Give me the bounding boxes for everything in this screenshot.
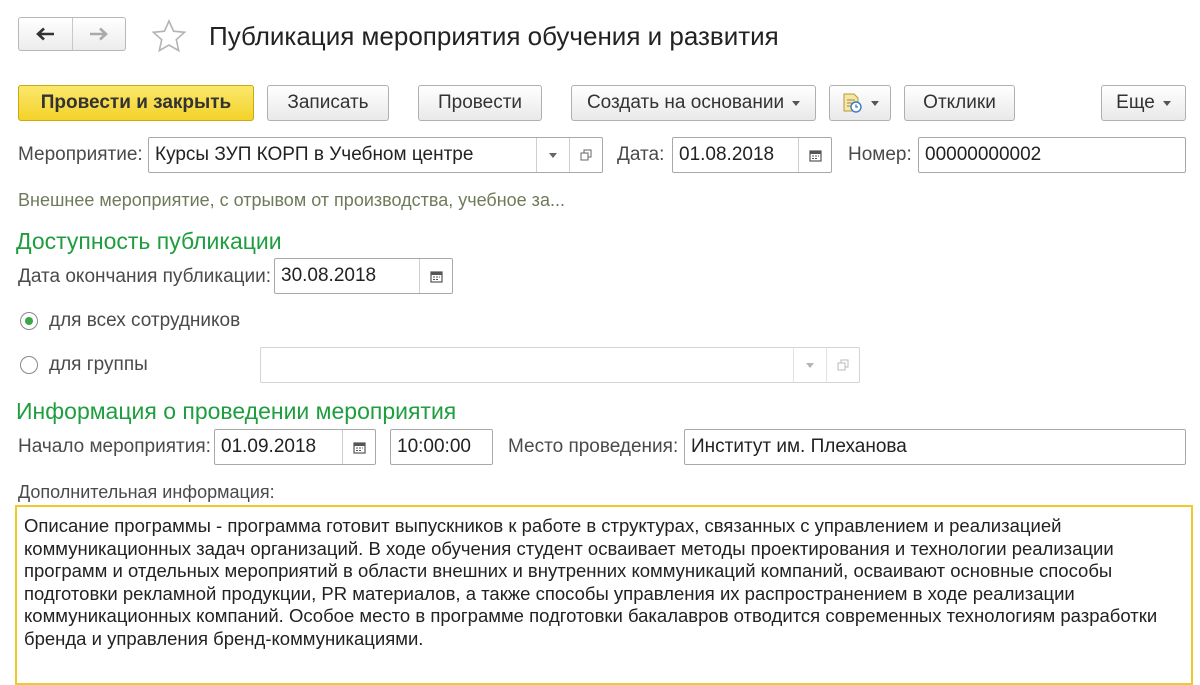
dropdown-button[interactable] bbox=[793, 348, 826, 382]
number-label: Номер: bbox=[848, 144, 912, 165]
start-time-value: 10:00:00 bbox=[397, 436, 471, 457]
navigation-group bbox=[18, 17, 126, 51]
chevron-down-icon bbox=[806, 362, 814, 368]
group-field[interactable] bbox=[260, 347, 860, 383]
more-button[interactable]: Еще bbox=[1101, 85, 1186, 121]
page-title: Публикация мероприятия обучения и развит… bbox=[209, 21, 779, 51]
save-button[interactable]: Записать bbox=[267, 85, 389, 121]
arrow-right-icon bbox=[89, 27, 108, 41]
end-date-value: 30.08.2018 bbox=[281, 265, 377, 286]
dropdown-button[interactable] bbox=[536, 138, 569, 172]
reports-button[interactable] bbox=[829, 85, 891, 121]
date-value: 01.08.2018 bbox=[679, 144, 775, 165]
calendar-icon bbox=[808, 149, 822, 162]
group-label[interactable]: для группы bbox=[49, 353, 148, 377]
additional-info-textarea[interactable]: Описание программы - программа готовит в… bbox=[15, 505, 1193, 685]
start-date-value: 01.09.2018 bbox=[221, 436, 317, 457]
place-field[interactable]: Институт им. Плеханова bbox=[684, 429, 1186, 465]
event-value: Курсы ЗУП КОРП в Учебном центре bbox=[155, 144, 474, 165]
calendar-button[interactable] bbox=[798, 138, 831, 172]
calendar-button[interactable] bbox=[342, 430, 375, 464]
open-window-icon bbox=[580, 149, 592, 161]
chevron-down-icon bbox=[1162, 100, 1171, 106]
open-window-icon bbox=[837, 359, 849, 371]
calendar-button[interactable] bbox=[419, 259, 452, 293]
end-date-label: Дата окончания публикации: bbox=[18, 266, 272, 287]
place-label: Место проведения: bbox=[508, 436, 679, 457]
event-label: Мероприятие: bbox=[18, 144, 143, 165]
group-radio[interactable] bbox=[20, 356, 38, 374]
calendar-icon bbox=[429, 270, 443, 283]
start-time-field[interactable]: 10:00:00 bbox=[390, 429, 493, 465]
all-employees-label[interactable]: для всех сотрудников bbox=[49, 309, 240, 333]
date-label: Дата: bbox=[617, 144, 665, 165]
event-info-heading: Информация о проведении мероприятия bbox=[16, 398, 457, 424]
responses-button[interactable]: Отклики bbox=[904, 85, 1015, 121]
chevron-down-icon bbox=[871, 100, 879, 106]
number-value: 00000000002 bbox=[925, 144, 1042, 165]
star-icon[interactable] bbox=[150, 18, 188, 54]
forward-button[interactable] bbox=[71, 18, 126, 50]
more-label: Еще bbox=[1116, 92, 1155, 113]
end-date-field[interactable]: 30.08.2018 bbox=[274, 258, 453, 294]
document-clock-icon bbox=[843, 93, 862, 113]
open-button[interactable] bbox=[569, 138, 602, 172]
open-button[interactable] bbox=[826, 348, 859, 382]
start-label: Начало мероприятия: bbox=[18, 436, 211, 457]
place-value: Институт им. Плеханова bbox=[691, 436, 907, 457]
chevron-down-icon bbox=[549, 152, 557, 158]
post-and-close-button[interactable]: Провести и закрыть bbox=[18, 85, 254, 121]
post-button[interactable]: Провести bbox=[418, 85, 542, 121]
calendar-icon bbox=[352, 441, 366, 454]
event-field[interactable]: Курсы ЗУП КОРП в Учебном центре bbox=[148, 137, 603, 173]
create-based-on-button[interactable]: Создать на основании bbox=[571, 85, 816, 121]
arrow-left-icon bbox=[36, 27, 55, 41]
all-employees-radio[interactable] bbox=[20, 312, 38, 330]
create-based-on-label: Создать на основании bbox=[586, 92, 785, 113]
start-date-field[interactable]: 01.09.2018 bbox=[214, 429, 376, 465]
event-description: Внешнее мероприятие, с отрывом от произв… bbox=[18, 190, 565, 210]
radio-selected-dot bbox=[25, 317, 33, 325]
chevron-down-icon bbox=[792, 100, 801, 106]
additional-info-label: Дополнительная информация: bbox=[18, 482, 275, 502]
back-button[interactable] bbox=[19, 18, 72, 50]
date-field[interactable]: 01.08.2018 bbox=[672, 137, 832, 173]
number-field[interactable]: 00000000002 bbox=[918, 137, 1186, 173]
availability-heading: Доступность публикации bbox=[16, 228, 282, 254]
